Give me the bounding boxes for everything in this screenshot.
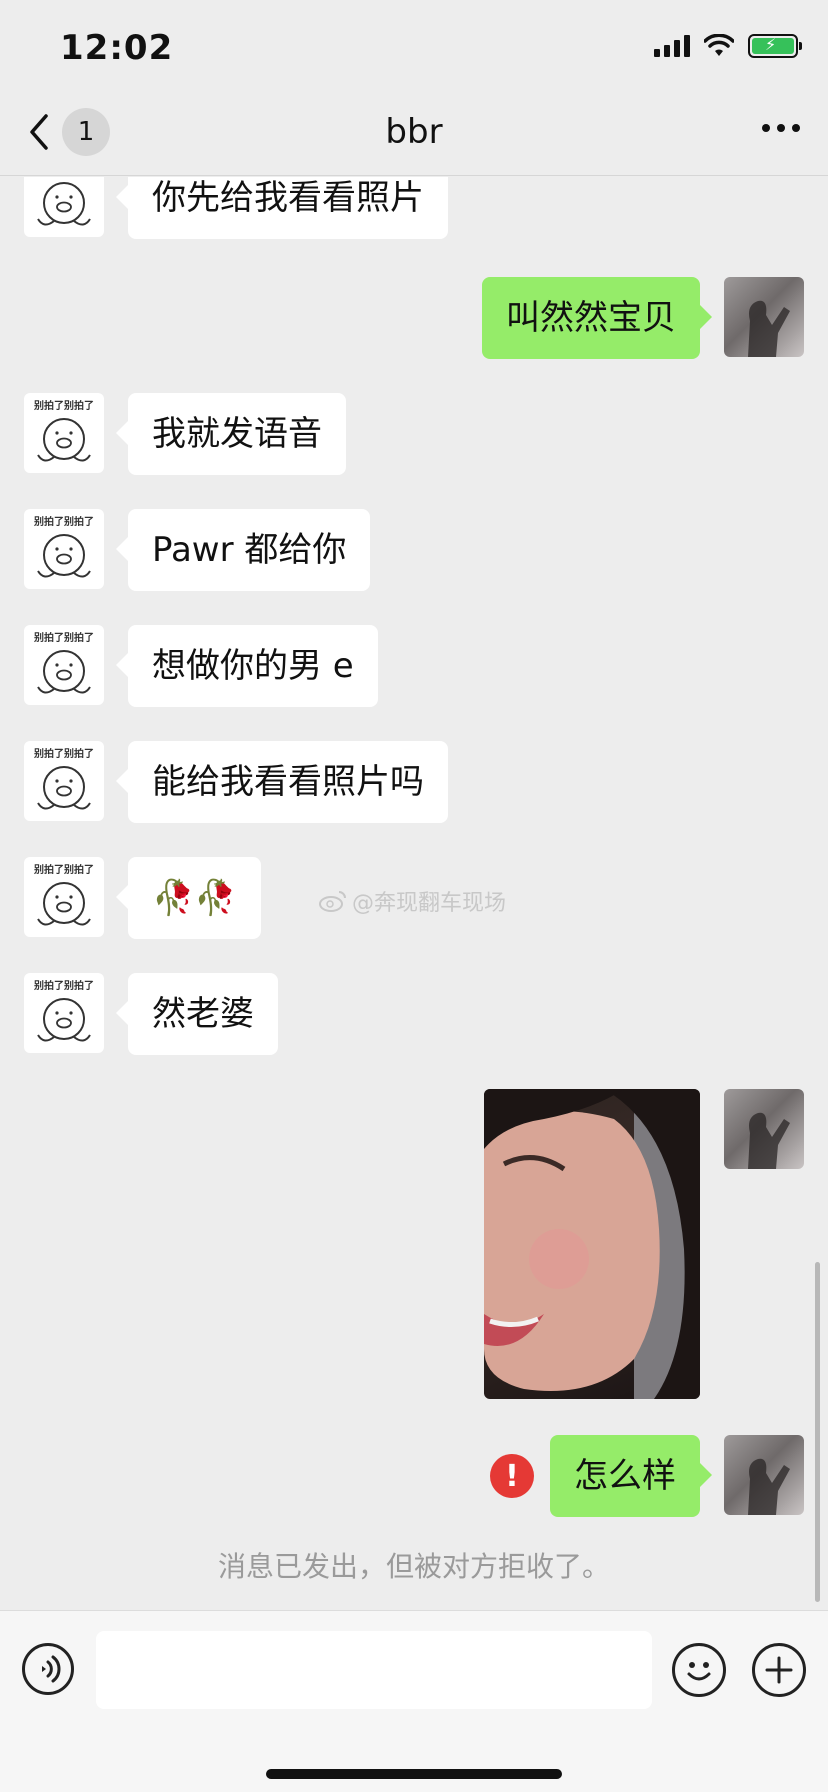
pig-avatar-icon [37, 182, 91, 226]
avatar-caption: 别拍了别拍了 [34, 749, 94, 760]
message-bubble[interactable]: Pawr 都给你 [115, 509, 371, 591]
message-bubble[interactable]: 想做你的男 e [116, 625, 378, 707]
battery-icon: ⚡ [748, 34, 802, 58]
watermark: @奔现翻车现场 [318, 885, 506, 917]
message-incoming: 别拍了别拍了 想做你的男 e [24, 625, 378, 707]
plus-button[interactable] [752, 1643, 806, 1697]
avatar-caption: 别拍了别拍了 [34, 517, 94, 528]
contact-avatar[interactable]: 别拍了别拍了 [24, 857, 104, 937]
silhouette-avatar-icon [748, 1458, 790, 1515]
more-button[interactable] [762, 124, 800, 132]
status-icons: ⚡ [654, 34, 802, 58]
silhouette-avatar-icon [748, 1112, 790, 1169]
plus-icon [765, 1656, 793, 1684]
home-indicator[interactable] [266, 1769, 562, 1779]
watermark-text: @奔现翻车现场 [352, 891, 507, 916]
contact-avatar[interactable]: 别拍了别拍了 [24, 625, 104, 705]
message-incoming: 别拍了别拍了 我就发语音 [24, 393, 346, 475]
voice-icon [42, 1655, 61, 1683]
emoji-button[interactable] [672, 1643, 726, 1697]
status-time: 12:02 [60, 28, 174, 68]
avatar-caption: 别拍了别拍了 [34, 633, 94, 644]
nav-bar: 1 bbr [0, 100, 828, 176]
avatar-caption: 别拍了别拍了 [34, 865, 94, 876]
message-incoming: 别拍了别拍了 能给我看看照片吗 [24, 741, 448, 823]
message-input[interactable] [96, 1631, 652, 1709]
message-incoming: 别拍了别拍了 🥀🥀 [24, 857, 261, 939]
message-bubble[interactable]: 叫然然宝贝 [482, 277, 712, 359]
contact-avatar[interactable]: 别拍了别拍了 [24, 393, 104, 473]
error-icon[interactable]: ! [490, 1454, 534, 1498]
message-outgoing: 叫然然宝贝 [482, 277, 804, 359]
contact-avatar[interactable]: 别拍了别拍了 [24, 177, 104, 237]
input-bar [0, 1610, 828, 1792]
photo-message[interactable] [484, 1089, 700, 1399]
voice-button[interactable] [22, 1643, 74, 1695]
contact-avatar[interactable]: 别拍了别拍了 [24, 973, 104, 1053]
contact-avatar[interactable]: 别拍了别拍了 [24, 741, 104, 821]
more-icon [762, 124, 770, 132]
message-outgoing-photo [484, 1089, 804, 1399]
wifi-icon [704, 34, 734, 56]
message-bubble[interactable]: 然老婆 [116, 973, 278, 1055]
avatar-caption: 别拍了别拍了 [34, 401, 94, 412]
message-incoming: 别拍了别拍了 Pawr 都给你 [24, 509, 371, 591]
message-bubble[interactable]: 你先给我看看照片 [116, 177, 448, 239]
message-incoming: 别拍了别拍了 然老婆 [24, 973, 278, 1055]
chat-area[interactable]: 别拍了别拍了 你先给我看看照片 叫然然宝贝 别拍了别拍了 [0, 177, 828, 1610]
message-bubble[interactable]: 我就发语音 [116, 393, 346, 475]
my-avatar[interactable] [724, 1089, 804, 1169]
chat-title: bbr [385, 112, 443, 152]
avatar-caption: 别拍了别拍了 [34, 981, 94, 992]
message-incoming: 别拍了别拍了 你先给我看看照片 [24, 177, 448, 239]
message-bubble[interactable]: 🥀🥀 [116, 857, 261, 939]
message-outgoing: ! 怎么样 [490, 1435, 804, 1517]
selfie-photo-image [484, 1089, 700, 1399]
status-bar: 12:02 ⚡ [0, 0, 828, 100]
weibo-icon [319, 891, 346, 912]
message-bubble[interactable]: 怎么样 [550, 1435, 712, 1517]
scrollbar[interactable] [815, 1262, 820, 1602]
my-avatar[interactable] [724, 277, 804, 357]
contact-avatar[interactable]: 别拍了别拍了 [24, 509, 104, 589]
message-bubble[interactable]: 能给我看看照片吗 [116, 741, 448, 823]
silhouette-avatar-icon [748, 300, 790, 357]
system-note: 消息已发出，但被对方拒收了。 [217, 1550, 610, 1583]
my-avatar[interactable] [724, 1435, 804, 1515]
emoji-icon [687, 1662, 711, 1681]
signal-icon [654, 35, 690, 57]
